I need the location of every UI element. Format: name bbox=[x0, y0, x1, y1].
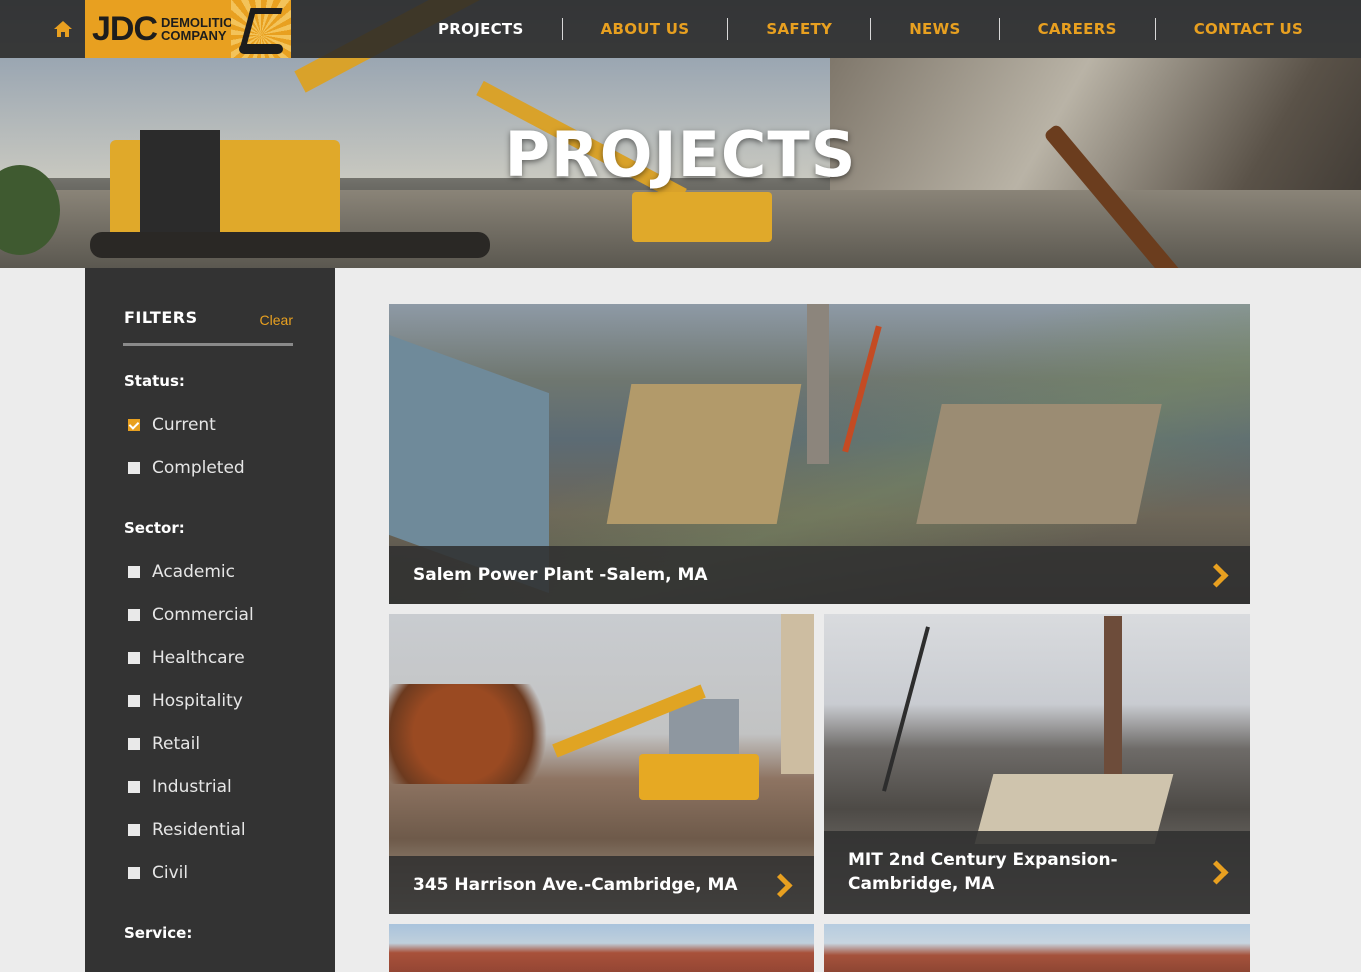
photo-chimney bbox=[1104, 616, 1122, 786]
home-icon[interactable] bbox=[48, 14, 78, 44]
project-title: Salem Power Plant -Salem, MA bbox=[413, 565, 708, 585]
project-caption[interactable]: Salem Power Plant -Salem, MA bbox=[389, 546, 1250, 604]
checkbox[interactable] bbox=[128, 867, 140, 879]
filters-title: FILTERS bbox=[124, 308, 198, 327]
project-card-partial-1[interactable] bbox=[389, 924, 814, 972]
project-caption[interactable]: 345 Harrison Ave.-Cambridge, MA bbox=[389, 856, 814, 914]
excavator-mascot-icon bbox=[231, 0, 291, 58]
filter-label: Hospitality bbox=[152, 691, 243, 711]
nav-contact-us[interactable]: CONTACT US bbox=[1156, 18, 1341, 40]
project-photo bbox=[824, 924, 1250, 972]
nav-careers[interactable]: CAREERS bbox=[1000, 18, 1156, 40]
excavator-small bbox=[632, 192, 772, 242]
chevron-right-icon[interactable] bbox=[1208, 564, 1230, 586]
project-title-line1: MIT 2nd Century Expansion- bbox=[848, 850, 1118, 870]
checkbox[interactable] bbox=[128, 652, 140, 664]
nav-safety[interactable]: SAFETY bbox=[728, 18, 872, 40]
project-card-harrison[interactable]: 345 Harrison Ave.-Cambridge, MA bbox=[389, 614, 814, 914]
checkbox-checked[interactable] bbox=[128, 419, 140, 431]
checkbox[interactable] bbox=[128, 738, 140, 750]
photo-tower bbox=[781, 614, 814, 774]
checkbox[interactable] bbox=[128, 824, 140, 836]
project-card-mit[interactable]: MIT 2nd Century Expansion- Cambridge, MA bbox=[824, 614, 1250, 914]
filter-label: Healthcare bbox=[152, 648, 245, 668]
mascot-track bbox=[239, 44, 283, 54]
filters-header: FILTERS Clear bbox=[123, 308, 293, 346]
jdc-logo[interactable]: JDC DEMOLITION COMPANY bbox=[85, 0, 291, 58]
filter-sector-civil[interactable]: Civil bbox=[128, 861, 188, 885]
photo-excavator bbox=[639, 754, 759, 800]
photo-trees bbox=[389, 684, 569, 784]
project-photo bbox=[389, 924, 814, 972]
filter-label: Industrial bbox=[152, 777, 232, 797]
page-title: PROJECTS bbox=[504, 118, 857, 191]
project-title-line2: Cambridge, MA bbox=[848, 874, 995, 894]
photo-crane bbox=[842, 325, 882, 453]
chevron-right-icon[interactable] bbox=[772, 874, 794, 896]
filter-sector-healthcare[interactable]: Healthcare bbox=[128, 646, 245, 670]
chevron-right-icon[interactable] bbox=[1208, 861, 1230, 883]
filter-sector-retail[interactable]: Retail bbox=[128, 732, 200, 756]
project-card-salem[interactable]: Salem Power Plant -Salem, MA bbox=[389, 304, 1250, 604]
checkbox[interactable] bbox=[128, 566, 140, 578]
filter-sector-commercial[interactable]: Commercial bbox=[128, 603, 254, 627]
excavator-track bbox=[90, 232, 490, 258]
checkbox[interactable] bbox=[128, 781, 140, 793]
logo-main: JDC bbox=[92, 9, 158, 48]
top-navbar: JDC DEMOLITION COMPANY PROJECTS ABOUT US… bbox=[0, 0, 1361, 58]
nav-projects[interactable]: PROJECTS bbox=[400, 18, 563, 40]
project-title: 345 Harrison Ave.-Cambridge, MA bbox=[413, 875, 738, 895]
filter-label: Current bbox=[152, 415, 216, 435]
filter-label: Residential bbox=[152, 820, 246, 840]
checkbox[interactable] bbox=[128, 695, 140, 707]
checkbox[interactable] bbox=[128, 609, 140, 621]
filter-sector-industrial[interactable]: Industrial bbox=[128, 775, 232, 799]
filter-sector-residential[interactable]: Residential bbox=[128, 818, 246, 842]
filter-sector-academic[interactable]: Academic bbox=[128, 560, 235, 584]
filter-label: Academic bbox=[152, 562, 235, 582]
photo-smokestack bbox=[807, 304, 829, 464]
filters-sidebar: FILTERS Clear Status: Current Completed … bbox=[85, 268, 335, 972]
main-nav: PROJECTS ABOUT US SAFETY NEWS CAREERS CO… bbox=[400, 0, 1341, 58]
filters-clear-link[interactable]: Clear bbox=[260, 312, 293, 328]
filter-status-completed[interactable]: Completed bbox=[128, 456, 245, 480]
nav-about-us[interactable]: ABOUT US bbox=[563, 18, 729, 40]
project-card-partial-2[interactable] bbox=[824, 924, 1250, 972]
photo-building bbox=[916, 404, 1162, 524]
photo-building bbox=[606, 384, 802, 524]
checkbox[interactable] bbox=[128, 462, 140, 474]
photo-crane bbox=[882, 626, 930, 792]
filter-label: Completed bbox=[152, 458, 245, 478]
filter-label: Civil bbox=[152, 863, 189, 883]
filter-label: Retail bbox=[152, 734, 201, 754]
filter-sector-hospitality[interactable]: Hospitality bbox=[128, 689, 243, 713]
status-label: Status: bbox=[124, 372, 185, 390]
sector-label: Sector: bbox=[124, 519, 185, 537]
home-icon-svg bbox=[54, 21, 72, 37]
project-caption[interactable]: MIT 2nd Century Expansion- Cambridge, MA bbox=[824, 831, 1250, 914]
filter-status-current[interactable]: Current bbox=[128, 413, 216, 437]
service-label: Service: bbox=[124, 924, 193, 942]
nav-news[interactable]: NEWS bbox=[871, 18, 1000, 40]
filter-label: Commercial bbox=[152, 605, 254, 625]
